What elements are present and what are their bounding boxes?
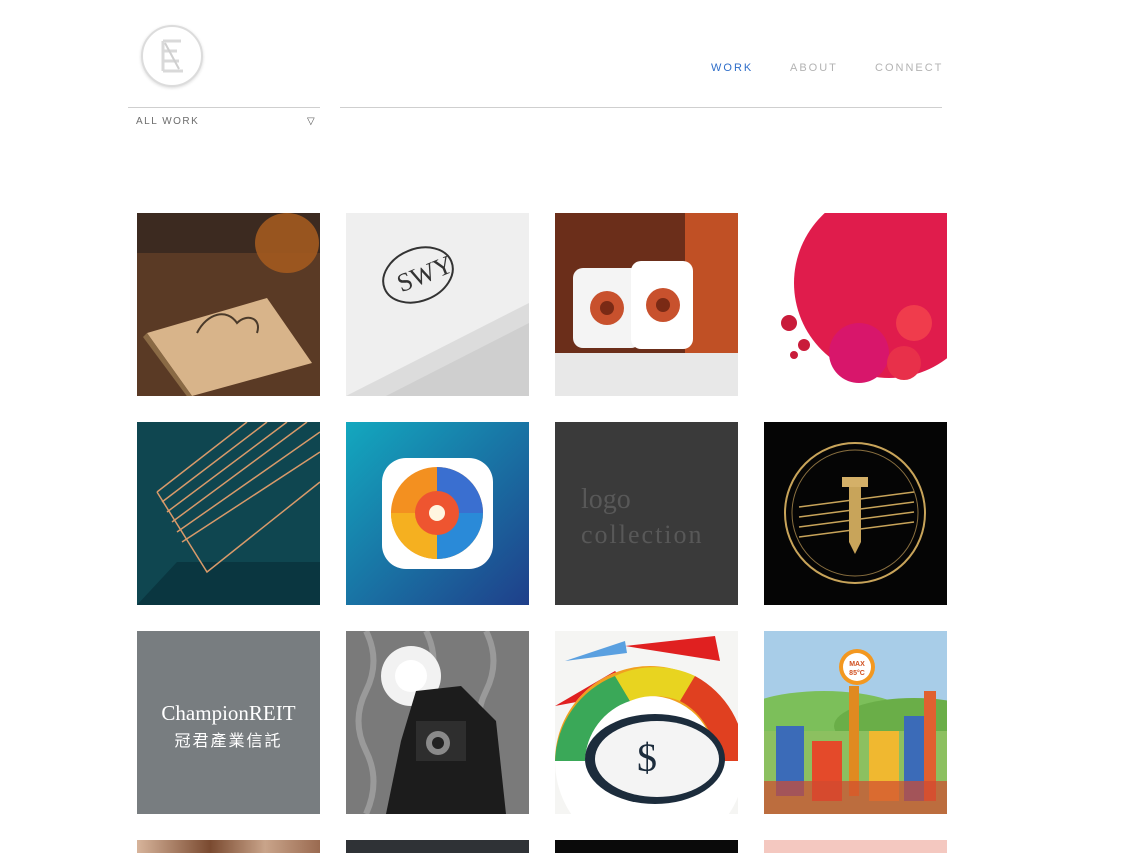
partial-tile-3[interactable] [555,840,738,853]
badge-max: MAX [849,661,865,668]
header-divider [340,107,942,108]
business-card-tile[interactable] [137,213,320,396]
dollar-dial-tile[interactable]: $ [555,631,738,814]
raspberry-dessert-tile[interactable] [764,213,947,396]
partial-tile-2[interactable] [346,840,529,853]
filter-divider [128,107,320,108]
copper-pen-tile[interactable] [137,422,320,605]
monogram-logo-icon [161,39,183,73]
triangle-down-icon[interactable]: ▽ [307,116,315,127]
speakers-tile[interactable] [555,213,738,396]
sw-monogram-tile[interactable]: SWY [346,213,529,396]
gold-screw-emblem-tile[interactable] [764,422,947,605]
color-wheel-app-icon-tile[interactable] [346,422,529,605]
tile-text-line2: collection [581,520,704,549]
industrial-town-illustration-tile[interactable]: MAX 85°C [764,631,947,814]
tile-text-line1: ChampionREIT [161,701,296,725]
logo-collection-tile[interactable]: logo collection [555,422,738,605]
badge-temp: 85°C [849,669,865,677]
svg-text:$: $ [637,735,657,780]
partial-tile-1[interactable] [137,840,320,853]
site-logo[interactable] [141,25,203,87]
tile-text-line2: 冠君產業信託 [174,733,283,750]
filter-dropdown[interactable]: ALL WORK [136,116,199,127]
tile-text-line1: logo [581,484,631,515]
nav-connect[interactable]: CONNECT [875,62,943,74]
partial-tile-4[interactable] [764,840,947,853]
vintage-camera-tile[interactable] [346,631,529,814]
nav-about[interactable]: ABOUT [790,62,838,74]
nav-work[interactable]: WORK [711,62,753,74]
champion-reit-tile[interactable]: ChampionREIT 冠君產業信託 [137,631,320,814]
